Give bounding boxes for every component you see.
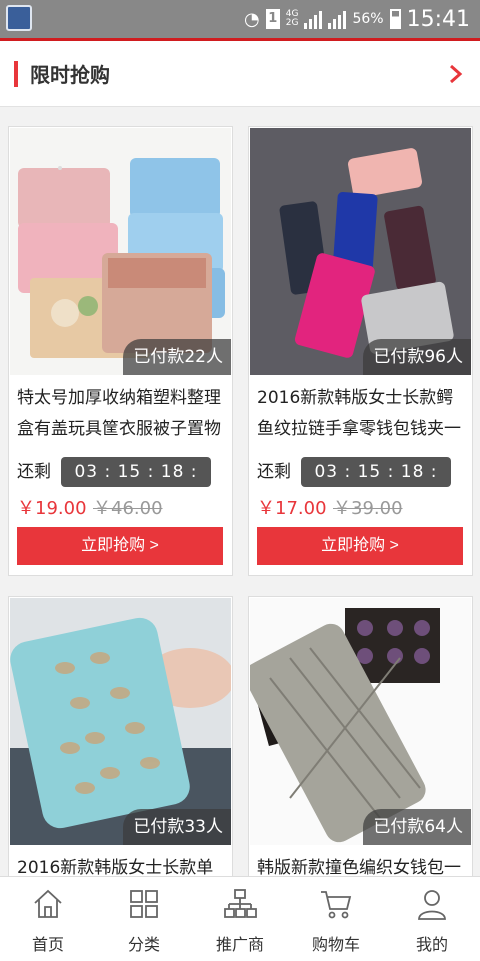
current-price: ￥17.00 <box>257 498 327 519</box>
status-right: ◔ 1 4G 2G 56% 15:41 <box>244 0 470 38</box>
paid-count-badge: 已付款33人 <box>123 809 231 845</box>
tab-promoter[interactable]: 推广商 <box>192 877 288 961</box>
cart-icon <box>321 891 352 919</box>
user-icon <box>418 890 446 920</box>
wifi-icon: ◔ <box>244 8 260 30</box>
tab-label: 我的 <box>415 935 448 954</box>
paid-count-badge: 已付款64人 <box>363 809 471 845</box>
product-image-storage-box[interactable]: 已付款22人 <box>10 128 231 375</box>
product-card[interactable]: 已付款22人 特太号加厚收纳箱塑料整理盒有盖玩具筐衣服被子置物 还剩 03 : … <box>8 126 233 576</box>
product-card[interactable]: 已付款96人 2016新款韩版女士长款鳄鱼纹拉链手拿零钱包钱夹一 还剩 03 :… <box>248 126 473 576</box>
section-header: 限时抢购 <box>0 41 480 107</box>
current-price: ￥19.00 <box>17 498 87 519</box>
page-title: 限时抢购 <box>30 63 110 87</box>
original-price: ￥39.00 <box>333 498 403 519</box>
tab-label: 首页 <box>31 935 64 954</box>
title-accent-bar <box>14 61 18 87</box>
product-image-woven-wallet[interactable]: 已付款64人 <box>250 598 471 845</box>
product-card[interactable]: 已付款64人 韩版新款撞色编织女钱包一 <box>248 596 473 896</box>
countdown-timer: 03 : 15 : 18 : 10 <box>61 457 211 512</box>
remaining-label: 还剩 <box>17 462 51 482</box>
original-price: ￥46.00 <box>93 498 163 519</box>
signal-icon-2 <box>328 9 347 29</box>
countdown-timer: 03 : 15 : 18 : 10 <box>301 457 451 512</box>
battery-percent: 56% <box>352 11 384 27</box>
tab-label: 推广商 <box>215 935 264 954</box>
battery-icon <box>389 9 401 29</box>
signal-icon <box>304 9 323 29</box>
product-name[interactable]: 2016新款韩版女士长款鳄鱼纹拉链手拿零钱包钱夹一 <box>257 383 467 445</box>
buy-now-button[interactable]: 立即抢购 > <box>17 527 223 565</box>
home-icon <box>34 889 62 918</box>
chevron-right-icon[interactable] <box>444 63 466 85</box>
promoter-icon <box>224 889 257 918</box>
app-notification-icon <box>6 5 32 31</box>
bottom-tab-bar: 首页 分类 推广商 购物车 我的 <box>0 876 480 961</box>
product-image-wallets[interactable]: 已付款96人 <box>250 128 471 375</box>
tab-profile[interactable]: 我的 <box>384 877 480 961</box>
tab-cart[interactable]: 购物车 <box>288 877 384 961</box>
product-name[interactable]: 特太号加厚收纳箱塑料整理盒有盖玩具筐衣服被子置物 <box>17 383 227 445</box>
paid-count-badge: 已付款22人 <box>123 339 231 375</box>
category-icon <box>130 890 158 918</box>
product-image-lips-wallet[interactable]: 已付款33人 <box>10 598 231 845</box>
tab-label: 购物车 <box>311 935 360 954</box>
buy-now-button[interactable]: 立即抢购 > <box>257 527 463 565</box>
product-card[interactable]: 已付款33人 2016新款韩版女士长款单 <box>8 596 233 896</box>
net-2g-text: 2G <box>285 18 299 28</box>
paid-count-badge: 已付款96人 <box>363 339 471 375</box>
sim-slot-badge: 1 <box>265 9 280 29</box>
tab-home[interactable]: 首页 <box>0 877 96 961</box>
clock: 15:41 <box>406 6 470 32</box>
tab-label: 分类 <box>127 935 160 954</box>
status-bar: ◔ 1 4G 2G 56% 15:41 <box>0 0 480 38</box>
network-4g-label: 4G 2G <box>286 10 299 28</box>
tab-category[interactable]: 分类 <box>96 877 192 961</box>
remaining-label: 还剩 <box>257 462 291 482</box>
